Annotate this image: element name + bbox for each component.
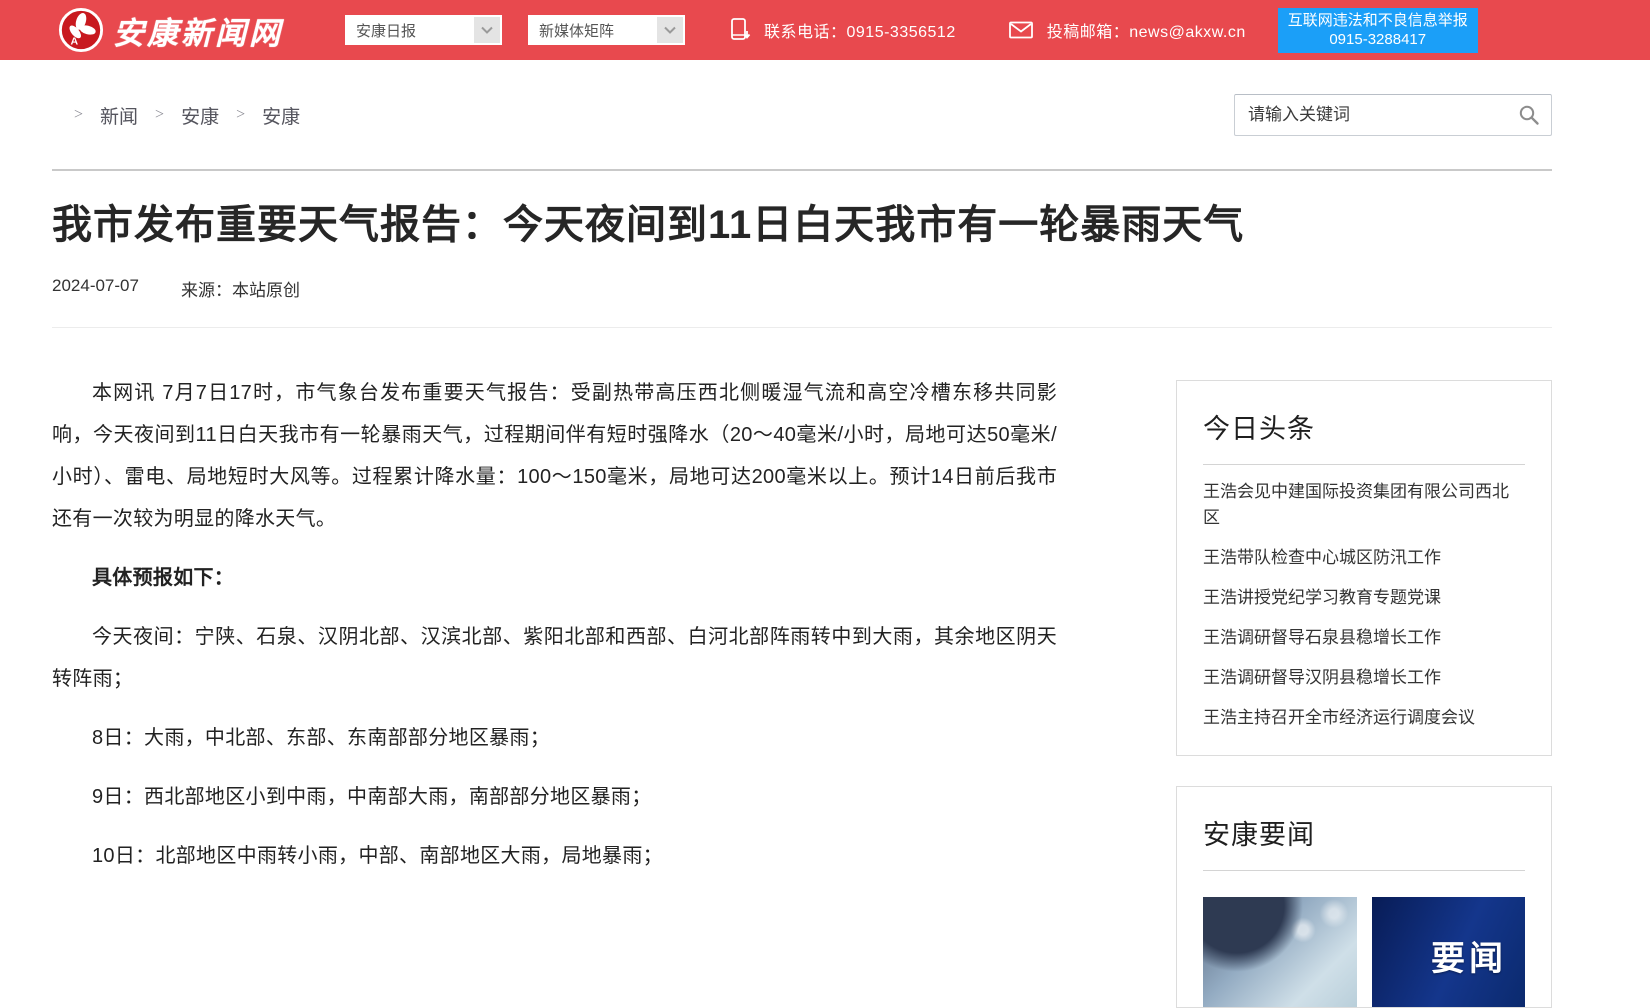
svg-text:A: A [70, 35, 78, 47]
email-label: 投稿邮箱：news@akxw.cn [1047, 18, 1246, 42]
breadcrumb-item-news[interactable]: 新闻 [100, 102, 138, 129]
breadcrumb: > 新闻 > 安康 > 安康 [52, 102, 300, 129]
news-thumbnail-yaowen-graphic[interactable]: 要闻 [1372, 897, 1526, 1007]
headline-link[interactable]: 王浩会见中建国际投资集团有限公司西北区 [1203, 479, 1525, 531]
breadcrumb-item-ankang-2[interactable]: 安康 [262, 102, 300, 129]
contact-phone: 联系电话：0915-3356512 [729, 17, 956, 43]
newspaper-select-value: 安康日报 [356, 20, 416, 41]
search-input[interactable] [1234, 94, 1552, 136]
headline-link[interactable]: 王浩主持召开全市经济运行调度会议 [1203, 705, 1525, 731]
breadcrumb-separator: > [236, 106, 245, 124]
page-container: > 新闻 > 安康 > 安康 我市发布重要天气报告：今天夜间到11日白天我市有一… [52, 94, 1552, 1008]
article-paragraph: 本网讯 7月7日17时，市气象台发布重要天气报告：受副热带高压西北侧暖湿气流和高… [52, 372, 1057, 540]
top-header: A 安康新闻网 安康日报 新媒体矩阵 联系电话：0915-3356512 [0, 0, 1650, 60]
article-paragraph: 8日：大雨，中北部、东部、东南部部分地区暴雨； [52, 717, 1057, 759]
todays-headlines-title: 今日头条 [1203, 401, 1525, 465]
headline-link[interactable]: 王浩调研督导石泉县稳增长工作 [1203, 625, 1525, 651]
illegal-report-button[interactable]: 互联网违法和不良信息举报 0915-3288417 [1278, 8, 1478, 53]
media-matrix-select[interactable]: 新媒体矩阵 [528, 15, 685, 45]
ankang-news-thumbs: 要闻 [1203, 897, 1525, 1007]
contact-email: 投稿邮箱：news@akxw.cn [1008, 18, 1246, 42]
yaowen-graphic-label: 要闻 [1431, 931, 1507, 980]
content-row: 本网讯 7月7日17时，市气象台发布重要天气报告：受副热带高压西北侧暖湿气流和高… [52, 328, 1552, 1008]
headline-link[interactable]: 王浩带队检查中心城区防汛工作 [1203, 545, 1525, 571]
search-icon[interactable] [1517, 103, 1541, 132]
phone-icon [729, 17, 751, 43]
breadcrumb-row: > 新闻 > 安康 > 安康 [52, 94, 1552, 136]
sidebar: 今日头条 王浩会见中建国际投资集团有限公司西北区 王浩带队检查中心城区防汛工作 … [1176, 380, 1552, 1008]
headline-link[interactable]: 王浩调研督导汉阴县稳增长工作 [1203, 665, 1525, 691]
site-logo-text: 安康新闻网 [113, 8, 283, 53]
article-date: 2024-07-07 [52, 276, 139, 301]
chevron-down-icon [474, 17, 500, 43]
breadcrumb-separator: > [74, 106, 83, 124]
breadcrumb-item-ankang[interactable]: 安康 [181, 102, 219, 129]
article-meta: 2024-07-07 来源：本站原创 [52, 276, 1552, 301]
media-matrix-select-value: 新媒体矩阵 [539, 20, 614, 41]
article-paragraph: 10日：北部地区中雨转小雨，中部、南部地区大雨，局地暴雨； [52, 835, 1057, 877]
article-paragraph: 今天夜间：宁陕、石泉、汉阴北部、汉滨北部、紫阳北部和西部、白河北部阵雨转中到大雨… [52, 616, 1057, 700]
chevron-down-icon [657, 17, 683, 43]
ankang-news-box: 安康要闻 要闻 [1176, 786, 1552, 1008]
todays-headlines-list: 王浩会见中建国际投资集团有限公司西北区 王浩带队检查中心城区防汛工作 王浩讲授党… [1203, 479, 1525, 731]
phone-label: 联系电话：0915-3356512 [764, 18, 956, 42]
todays-headlines-box: 今日头条 王浩会见中建国际投资集团有限公司西北区 王浩带队检查中心城区防汛工作 … [1176, 380, 1552, 756]
illegal-report-line2: 0915-3288417 [1286, 30, 1470, 49]
illegal-report-line1: 互联网违法和不良信息举报 [1286, 11, 1470, 30]
breadcrumb-separator: > [155, 106, 164, 124]
newspaper-select[interactable]: 安康日报 [345, 15, 502, 45]
article-paragraph-forecast-heading: 具体预报如下： [52, 557, 1057, 599]
mail-icon [1008, 20, 1034, 40]
article-title: 我市发布重要天气报告：今天夜间到11日白天我市有一轮暴雨天气 [52, 201, 1552, 249]
section-divider [52, 169, 1552, 171]
ankang-news-title: 安康要闻 [1203, 807, 1525, 871]
site-logo[interactable]: A 安康新闻网 [58, 7, 283, 53]
article-source: 来源：本站原创 [181, 276, 300, 301]
site-logo-icon: A [58, 7, 104, 53]
search-box [1234, 94, 1552, 136]
news-thumbnail-rain-photo[interactable] [1203, 897, 1357, 1007]
article-body: 本网讯 7月7日17时，市气象台发布重要天气报告：受副热带高压西北侧暖湿气流和高… [52, 328, 1057, 877]
article-paragraph: 9日：西北部地区小到中雨，中南部大雨，南部部分地区暴雨； [52, 776, 1057, 818]
headline-link[interactable]: 王浩讲授党纪学习教育专题党课 [1203, 585, 1525, 611]
